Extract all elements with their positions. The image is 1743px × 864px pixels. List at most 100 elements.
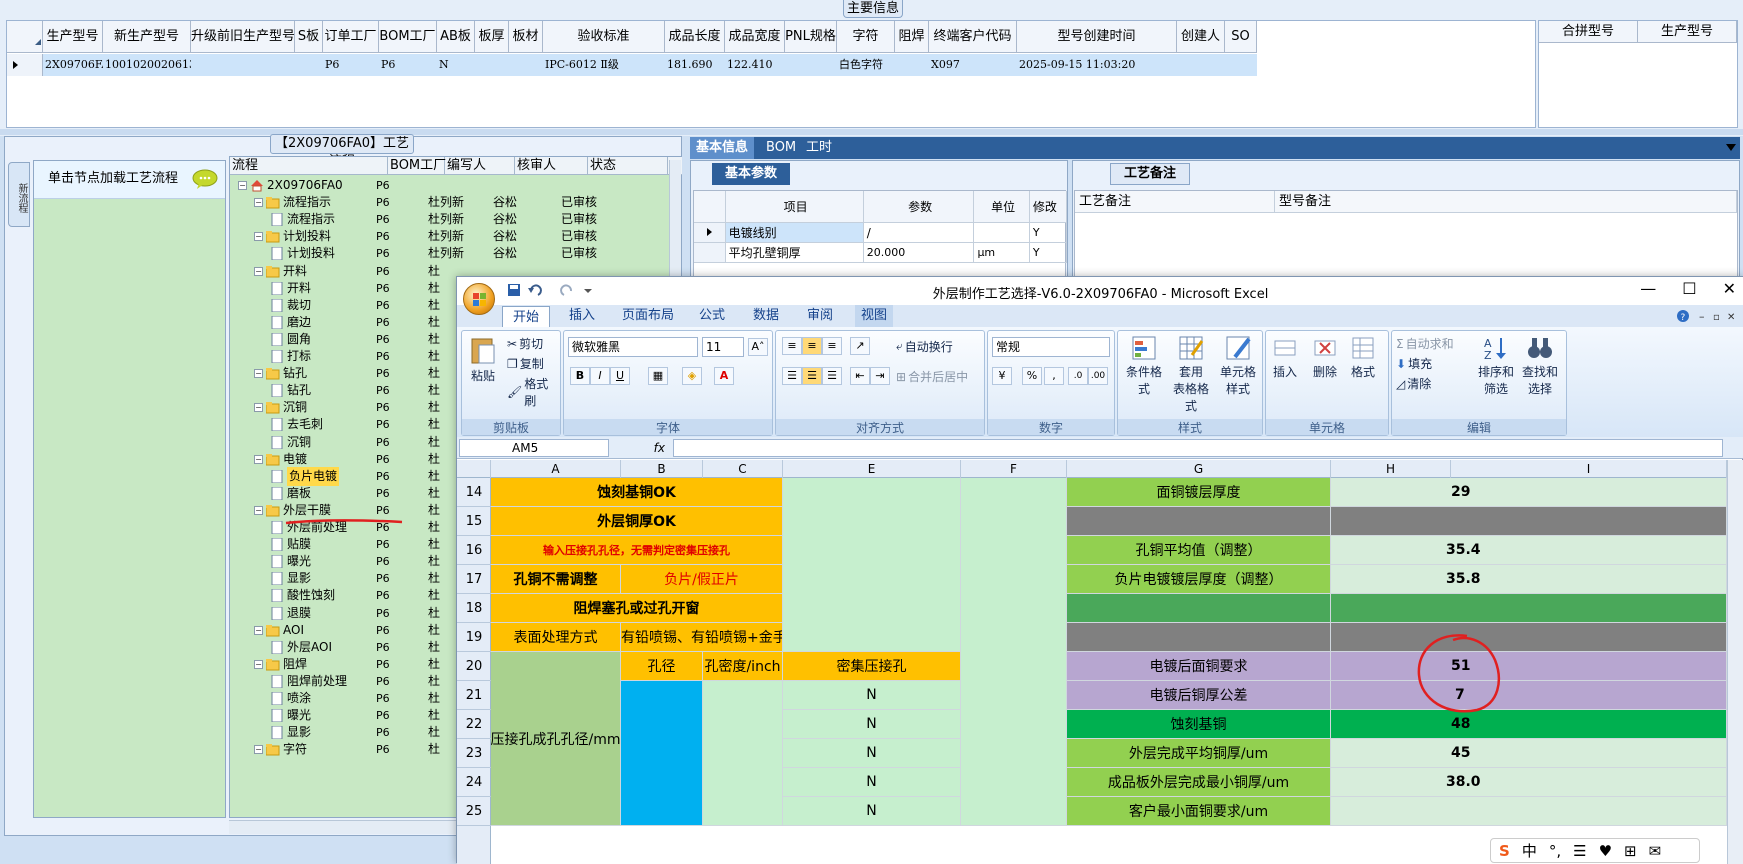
col-header[interactable]: G [1067, 460, 1331, 478]
cell[interactable] [1177, 54, 1225, 76]
tab-formulas[interactable]: 公式 [699, 305, 725, 327]
column-header[interactable]: 创建人 [1177, 21, 1225, 52]
column-header[interactable]: 验收标准 [543, 21, 665, 52]
font-color-icon[interactable]: A [714, 367, 734, 385]
format-cells-button[interactable]: 格式 [1350, 335, 1376, 380]
table-row[interactable]: 2X09706FA010010200206134P6P6NIPC-6012 Ⅱ级… [7, 54, 1257, 76]
sheet-cell[interactable]: 负片/假正片 [621, 565, 783, 594]
chevron-down-icon[interactable] [1726, 144, 1736, 152]
cell[interactable]: P6 [379, 54, 437, 76]
merge-center-button[interactable]: ⊞ 合并后居中 [896, 368, 968, 385]
cell[interactable]: Y [1029, 223, 1068, 243]
cell[interactable]: 平均孔壁铜厚 [725, 243, 864, 263]
sheet-cell[interactable]: 38.0 [1331, 768, 1727, 797]
cut-button[interactable]: ✂ 剪切 [507, 335, 543, 352]
autosum-button[interactable]: Σ 自动求和 [1396, 335, 1454, 352]
sheet-cell[interactable]: 孔径 [621, 652, 703, 681]
sheet-cell[interactable]: 35.8 [1331, 565, 1727, 594]
tab-page-layout[interactable]: 页面布局 [622, 305, 674, 327]
column-header[interactable]: 新生产型号 [103, 21, 191, 52]
merge-grid[interactable]: 合拼型号 生产型号 [1538, 20, 1738, 128]
sheet-cell[interactable]: 孔铜平均值（调整） [1067, 536, 1331, 565]
sheet-cell[interactable]: N [783, 797, 961, 826]
sheet-cell[interactable] [703, 681, 783, 826]
main-info-grid[interactable]: 生产型号 新生产型号 升级前旧生产型号 S板 订单工厂 BOM工厂 AB板 板厚 板材 验收标准成… [6, 20, 1536, 128]
row-header[interactable]: 22 [457, 710, 491, 739]
find-select-button[interactable]: 查找和 选择 [1522, 335, 1558, 397]
cell[interactable]: 10010200206134 [103, 54, 191, 76]
sheet-cell[interactable]: 面铜镀层厚度 [1067, 478, 1331, 507]
excel-title-bar[interactable]: 外层制作工艺选择-V6.0-2X09706FA0 - Microsoft Exc… [457, 277, 1743, 305]
delete-cells-button[interactable]: 删除 [1312, 335, 1338, 380]
column-header[interactable]: 板材 [509, 21, 543, 52]
cell[interactable]: 181.690 [665, 54, 725, 76]
number-format-select[interactable]: 常规 [992, 337, 1110, 357]
table-row[interactable]: 平均孔壁铜厚 20.000 μm Y [694, 243, 1068, 263]
format-painter-button[interactable]: 🖌 格式刷 [507, 375, 560, 409]
row-header[interactable]: 23 [457, 739, 491, 768]
row-header[interactable]: 20 [457, 652, 491, 681]
row-header[interactable]: 16 [457, 536, 491, 565]
align-left-icon[interactable]: ☰ [782, 367, 802, 385]
sheet-cell[interactable]: 外层完成平均铜厚/um [1067, 739, 1331, 768]
cell[interactable]: 电镀线别 [725, 223, 864, 243]
collapse-icon[interactable]: − [254, 403, 263, 413]
font-name-select[interactable]: 微软雅黑 [568, 337, 698, 357]
column-header[interactable]: 板厚 [475, 21, 509, 52]
sheet-cell[interactable]: 有铅喷锡、有铅喷锡+金手指 [621, 623, 783, 652]
column-header[interactable]: 升级前旧生产型号 [191, 21, 295, 52]
conditional-format-button[interactable]: 条件格式 [1122, 335, 1166, 397]
sheet-cell[interactable]: 45 [1331, 739, 1727, 768]
row-header[interactable]: 15 [457, 507, 491, 536]
sheet-cell[interactable] [1067, 507, 1331, 536]
tab-process-remarks[interactable]: 工艺备注 [1110, 163, 1190, 185]
sheet-cell[interactable] [1067, 594, 1331, 623]
sheet-cell[interactable]: 蚀刻基铜 [1067, 710, 1331, 739]
vertical-tab-new-flow[interactable]: 新流程 [8, 162, 30, 227]
sheet-cell[interactable]: 输入压接孔孔径，无需判定密集压接孔 [491, 536, 783, 565]
align-center-icon[interactable]: ☰ [802, 367, 822, 385]
toolbox-icon[interactable]: ⊞ [1624, 842, 1637, 860]
punctuation-icon[interactable]: °, [1549, 842, 1561, 860]
cell[interactable] [191, 54, 295, 76]
redo-icon[interactable] [555, 283, 577, 297]
cell[interactable] [785, 54, 837, 76]
row-header[interactable]: 17 [457, 565, 491, 594]
column-header[interactable]: 型号创建时间 [1017, 21, 1177, 52]
col-header[interactable]: C [703, 460, 783, 478]
ime-toolbar[interactable]: S 中 °, ☰ ♥ ⊞ ✉ [1490, 838, 1700, 863]
sheet-cell[interactable]: N [783, 768, 961, 797]
row-header[interactable]: 19 [457, 623, 491, 652]
decrease-indent-icon[interactable]: ⇤ [850, 367, 870, 385]
row-header[interactable]: 24 [457, 768, 491, 797]
column-header[interactable]: PNL规格 [785, 21, 837, 52]
column-header[interactable]: S板 [295, 21, 323, 52]
wrap-text-button[interactable]: ⤶ 自动换行 [896, 338, 953, 355]
tab-insert[interactable]: 插入 [569, 305, 595, 327]
cell[interactable] [974, 223, 1030, 243]
sheet-cell[interactable]: 孔铜不需调整 [491, 565, 621, 594]
collapse-icon[interactable]: − [254, 454, 263, 464]
copy-button[interactable]: ❐ 复制 [507, 355, 544, 372]
comma-icon[interactable]: , [1044, 367, 1064, 385]
column-header[interactable]: 终端客户代码 [929, 21, 1017, 52]
undo-icon[interactable] [527, 283, 549, 297]
tab-hours[interactable]: 工时 [800, 137, 838, 159]
decrease-decimal-icon[interactable]: .00 [1088, 367, 1108, 385]
bold-icon[interactable]: B [570, 367, 590, 385]
align-right-icon[interactable]: ☰ [822, 367, 842, 385]
sort-filter-button[interactable]: A Z 排序和 筛选 [1478, 335, 1514, 397]
sheet-cell[interactable]: 蚀刻基铜OK [491, 478, 783, 507]
row-header[interactable]: 21 [457, 681, 491, 710]
select-all[interactable] [457, 460, 491, 478]
cell[interactable] [1225, 54, 1257, 76]
cell[interactable]: X097 [929, 54, 1017, 76]
collapse-icon[interactable]: − [254, 266, 263, 276]
keyboard-icon[interactable]: ☰ [1573, 842, 1586, 860]
sheet-cell[interactable]: 负片电镀镀层厚度（调整） [1067, 565, 1331, 594]
cell[interactable]: μm [974, 243, 1030, 263]
col-header[interactable]: F [961, 460, 1067, 478]
sheet-cell[interactable]: 29 [1331, 478, 1727, 507]
collapse-icon[interactable]: − [254, 659, 263, 669]
column-header[interactable]: 成品宽度 [725, 21, 785, 52]
